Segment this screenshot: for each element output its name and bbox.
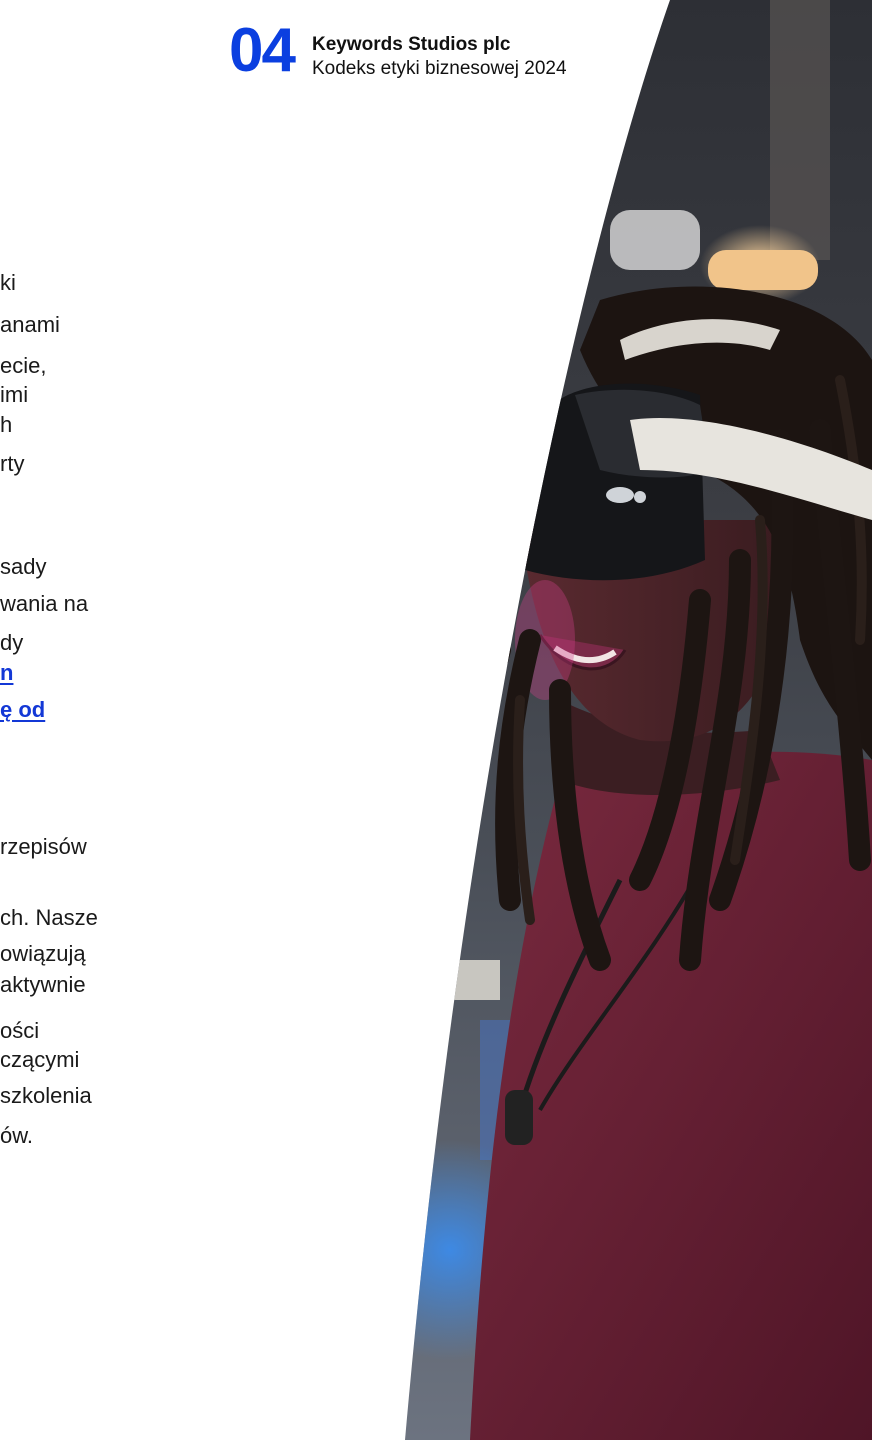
text-fragment: sady bbox=[0, 554, 47, 579]
text-fragment: rzepisów bbox=[0, 834, 87, 859]
text-fragment: anami bbox=[0, 312, 60, 337]
document-title: Kodeks etyki biznesowej 2024 bbox=[312, 58, 567, 79]
vr-headset-person-photo bbox=[405, 0, 872, 1440]
page-number: 04 bbox=[229, 16, 296, 85]
text-fragment: szkolenia bbox=[0, 1083, 92, 1108]
text-fragment: imi bbox=[0, 382, 29, 407]
text-fragment: aktywnie bbox=[0, 972, 86, 997]
company-name: Keywords Studios plc bbox=[312, 34, 511, 55]
text-fragment: dy bbox=[0, 630, 24, 655]
text-fragment: owiązują bbox=[0, 941, 86, 966]
text-fragment: ki bbox=[0, 270, 16, 295]
policy-link[interactable]: ę od bbox=[0, 697, 45, 723]
document-page: 04 Keywords Studios plc Kodeks etyki biz… bbox=[0, 0, 872, 1440]
text-fragment: czącymi bbox=[0, 1047, 80, 1072]
policy-link[interactable]: n bbox=[0, 660, 13, 686]
text-fragment: wania na bbox=[0, 591, 89, 616]
text-fragment: ów. bbox=[0, 1123, 34, 1148]
text-fragment: ecie, bbox=[0, 353, 47, 378]
text-fragment: ch. Nasze bbox=[0, 905, 98, 930]
text-fragment: ości bbox=[0, 1018, 40, 1043]
text-fragment: rty bbox=[0, 451, 25, 476]
text-fragment: h bbox=[0, 412, 13, 437]
